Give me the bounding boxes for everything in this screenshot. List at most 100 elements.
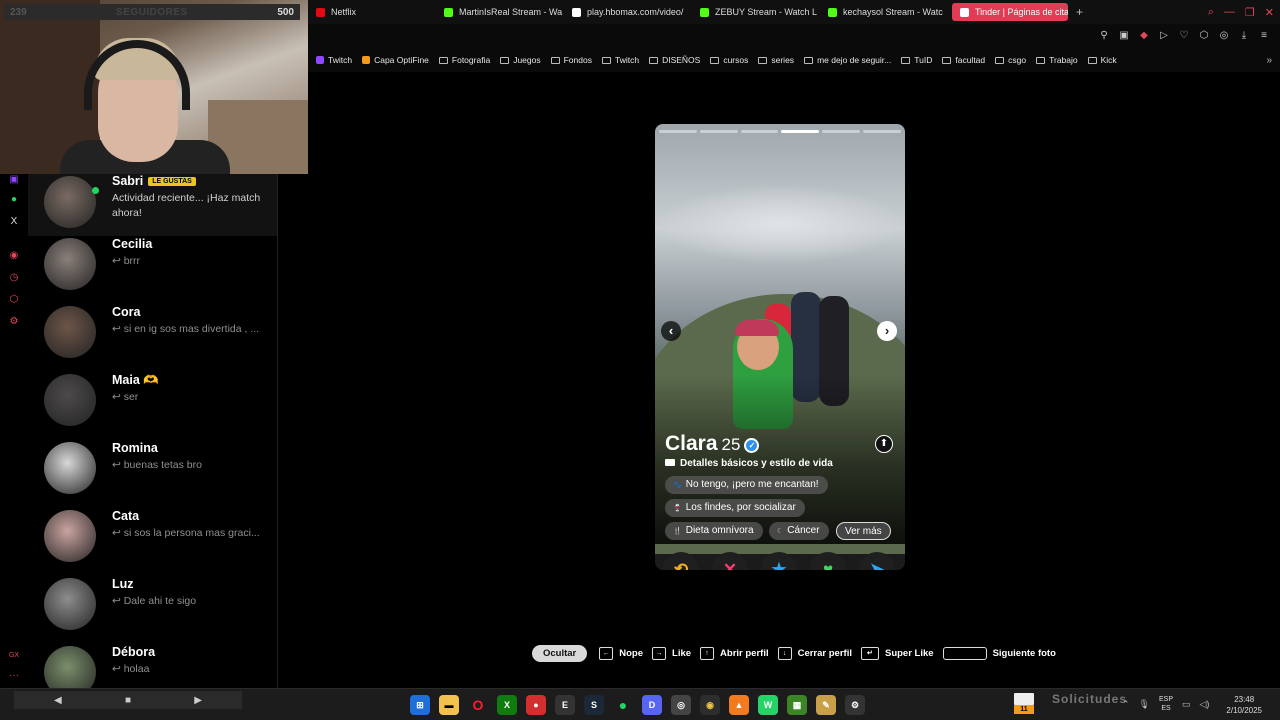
epic-games-icon[interactable]: E <box>555 695 575 715</box>
follower-label: SEGUIDORES <box>116 6 188 18</box>
chip-zodiac: ☾ Cáncer <box>769 522 829 540</box>
next-photo-button[interactable]: › <box>877 321 897 341</box>
hide-hotkeys-button[interactable]: Ocultar <box>532 644 588 662</box>
pocket-icon[interactable]: ◆ <box>1138 30 1150 42</box>
matches-list: Sabri LE GUSTAS Actividad reciente... ¡Haz… <box>28 174 278 690</box>
obs-icon[interactable]: ◎ <box>671 695 691 715</box>
app-icon[interactable]: ◉ <box>700 695 720 715</box>
browser-tab[interactable]: kechaysol Stream - Watc <box>820 0 948 24</box>
more-bookmarks-icon[interactable]: » <box>1266 55 1272 66</box>
bookmark-item[interactable]: Fotografia <box>438 55 490 65</box>
pin-icon[interactable]: ⚲ <box>1098 30 1110 42</box>
twitch-icon[interactable]: ▣ <box>8 174 20 186</box>
play-icon[interactable]: ▷ <box>1158 30 1170 42</box>
browser-tab[interactable]: ZEBUY Stream - Watch L <box>692 0 820 24</box>
previous-photo-button[interactable]: ‹ <box>661 321 681 341</box>
whatsapp-icon[interactable]: ● <box>8 194 20 206</box>
photo-progress-segment[interactable] <box>740 130 779 133</box>
game-icon[interactable]: ● <box>526 695 546 715</box>
x-icon[interactable]: X <box>8 216 20 228</box>
settings-taskbar-icon[interactable]: ⚙ <box>845 695 865 715</box>
opera-gx-icon[interactable]: O <box>468 695 488 715</box>
bookmark-item[interactable]: TuID <box>901 55 932 65</box>
extensions-icon[interactable]: ⬡ <box>1198 30 1210 42</box>
download-icon[interactable]: ⤓ <box>1238 30 1250 42</box>
super-like-button[interactable]: ★ <box>761 552 797 570</box>
match-item[interactable]: Cora ↩ si en ig sos mas divertida , ... <box>28 298 277 366</box>
extensions-sidebar-icon[interactable]: ⬡ <box>8 294 20 306</box>
menu-icon[interactable]: ≡ <box>1258 30 1270 42</box>
bookmark-item[interactable]: Capa OptiFine <box>362 55 429 65</box>
match-item[interactable]: Sabri LE GUSTAS Actividad reciente... ¡Haz… <box>28 174 277 236</box>
minimize-icon[interactable]: — <box>1224 6 1235 18</box>
previous-track-icon[interactable]: ◀ <box>54 695 62 706</box>
photo-progress-segment[interactable] <box>822 130 861 133</box>
mail-notification[interactable]: 11 <box>1014 693 1034 715</box>
file-explorer-icon[interactable]: ▬ <box>439 695 459 715</box>
bookmark-item[interactable]: cursos <box>710 55 748 65</box>
match-item[interactable]: Romina ↩ buenas tetas bro <box>28 434 277 502</box>
down-arrow-key-icon: ↓ <box>777 646 792 660</box>
match-item[interactable]: Débora ↩ holaa <box>28 638 277 690</box>
bookmark-item[interactable]: Twitch <box>601 55 639 65</box>
whatsapp-taskbar-icon[interactable]: W <box>758 695 778 715</box>
history-icon[interactable]: ◷ <box>8 272 20 284</box>
bookmark-item[interactable]: series <box>758 55 794 65</box>
bookmark-item[interactable]: Juegos <box>500 55 541 65</box>
account-icon[interactable]: ◎ <box>1218 30 1230 42</box>
volume-icon[interactable]: ◁) <box>1200 699 1210 710</box>
browser-tab[interactable]: Netflix <box>308 0 436 24</box>
browser-tab[interactable]: play.hbomax.com/video/ <box>564 0 692 24</box>
steam-icon[interactable]: S <box>584 695 604 715</box>
more-icon[interactable]: ··· <box>8 670 20 682</box>
rewind-button[interactable]: ⟲ <box>663 552 699 570</box>
clock[interactable]: 23:48 2/10/2025 <box>1226 694 1262 716</box>
heart-icon[interactable]: ♡ <box>1178 30 1190 42</box>
boost-button[interactable]: ➤ <box>859 552 895 570</box>
vlc-icon[interactable]: ▲ <box>729 695 749 715</box>
radio-icon[interactable]: ◉ <box>8 250 20 262</box>
browser-tab[interactable]: Tinder | Páginas de citas <box>952 3 1068 21</box>
start-icon[interactable]: ⊞ <box>410 695 430 715</box>
bookmark-item[interactable]: facultad <box>942 55 985 65</box>
screenshot-icon[interactable]: ▣ <box>1118 30 1130 42</box>
bookmark-item[interactable]: csgo <box>995 55 1026 65</box>
xbox-icon[interactable]: X <box>497 695 517 715</box>
bookmark-item[interactable]: me dejo de seguir... <box>804 55 891 65</box>
browser-tab[interactable]: MartinIsReal Stream - Wa <box>436 0 564 24</box>
minecraft-icon[interactable]: ▦ <box>787 695 807 715</box>
pause-icon[interactable]: ■ <box>125 695 131 706</box>
photo-progress-segment[interactable] <box>699 130 738 133</box>
search-icon[interactable]: ⌕ <box>1208 6 1214 19</box>
photo-progress-segment[interactable] <box>781 130 820 133</box>
bookmark-item[interactable]: Kick <box>1087 55 1117 65</box>
gx-icon[interactable]: GX <box>8 650 20 662</box>
open-profile-button[interactable]: ⬆ <box>875 435 893 453</box>
editor-icon[interactable]: ✎ <box>816 695 836 715</box>
bookmark-item[interactable]: Trabajo <box>1036 55 1078 65</box>
see-more-button[interactable]: Ver más <box>836 522 891 540</box>
avatar <box>44 442 96 494</box>
bookmark-item[interactable]: DISEÑOS <box>649 55 700 65</box>
network-icon[interactable]: ▭ <box>1182 699 1191 710</box>
match-item[interactable]: Cata ↩ si sos la persona mas graci... <box>28 502 277 570</box>
spotify-icon[interactable]: ● <box>613 695 633 715</box>
match-item[interactable]: Maia 🫶 ↩ ser <box>28 366 277 434</box>
nope-button[interactable]: ✕ <box>712 552 748 570</box>
photo-progress-segment[interactable] <box>863 130 901 133</box>
bookmark-item[interactable]: Twitch <box>316 55 352 65</box>
bookmark-item[interactable]: Fondos <box>550 55 592 65</box>
settings-icon[interactable]: ⚙ <box>8 316 20 328</box>
tray-chevron-icon[interactable]: ⌃ <box>1122 699 1130 710</box>
close-icon[interactable]: ✕ <box>1265 6 1274 19</box>
match-item[interactable]: Cecilia ↩ brrr <box>28 230 277 298</box>
next-track-icon[interactable]: ▶ <box>194 695 202 706</box>
like-button[interactable]: ♥ <box>810 552 846 570</box>
microphone-icon[interactable]: 🎙 <box>1139 699 1150 710</box>
match-item[interactable]: Luz ↩ Dale ahi te sigo <box>28 570 277 638</box>
photo-progress-segment[interactable] <box>659 130 697 133</box>
discord-icon[interactable]: D <box>642 695 662 715</box>
restore-icon[interactable]: ❐ <box>1245 6 1255 19</box>
new-tab-button[interactable]: + <box>1076 5 1083 19</box>
language-indicator[interactable]: ESP ES <box>1159 695 1173 713</box>
